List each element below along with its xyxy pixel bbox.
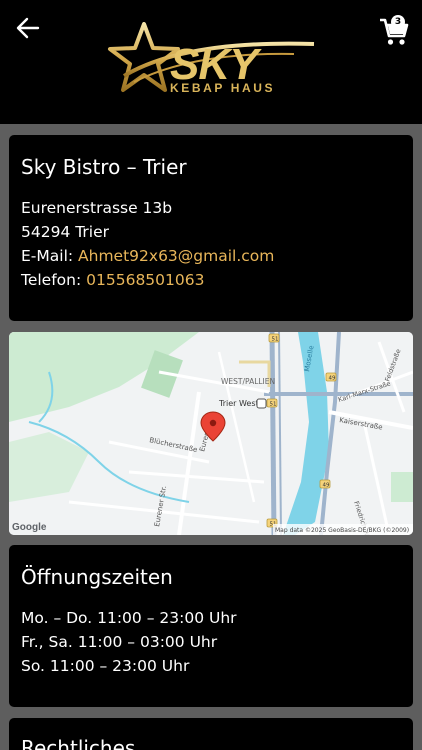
- legal-card[interactable]: Rechtliches: [9, 718, 413, 750]
- hours-line: So. 11:00 – 23:00 Uhr: [21, 657, 190, 675]
- train-station-icon: [256, 398, 267, 409]
- hours-line: Mo. – Do. 11:00 – 23:00 Uhr: [21, 609, 237, 627]
- email-label: E-Mail:: [21, 247, 79, 265]
- road-shield-51-label: 51: [272, 337, 279, 343]
- map-highway-51: [269, 332, 277, 535]
- app-header: 3 SKY KEBAP HAUS: [0, 0, 422, 124]
- road-shield-49-label: 49: [329, 376, 336, 382]
- cart-count-badge: 3: [391, 15, 405, 29]
- email-row: E-Mail: Ahmet92x63@gmail.com: [21, 247, 274, 266]
- logo-subtitle: KEBAP HAUS: [170, 81, 276, 95]
- hours-line: Fr., Sa. 11:00 – 03:00 Uhr: [21, 633, 218, 651]
- bistro-info-card: Sky Bistro – Trier Eurenerstrasse 13b 54…: [9, 135, 413, 321]
- map-label-trier-west: Trier West: [218, 399, 259, 408]
- phone-label: Telefon:: [21, 271, 87, 289]
- opening-hours-card: Öffnungszeiten Mo. – Do. 11:00 – 23:00 U…: [9, 545, 413, 707]
- address-city: 54294 Trier: [21, 223, 110, 241]
- road-shield-49-b-label: 49: [323, 483, 330, 489]
- map-attribution[interactable]: Map data ©2025 GeoBasis-DE/BKG (©2009): [275, 527, 409, 534]
- phone-row: Telefon: 015568501063: [21, 271, 204, 290]
- legal-title: Rechtliches: [21, 736, 136, 750]
- bistro-title: Sky Bistro – Trier: [21, 155, 187, 179]
- phone-link[interactable]: 015568501063: [86, 271, 204, 289]
- map-label-west-pallien: WEST/PALLIEN: [221, 377, 275, 386]
- opening-hours-title: Öffnungszeiten: [21, 565, 173, 589]
- google-logo: Google: [12, 522, 47, 533]
- map-canvas[interactable]: WEST/PALLIEN Trier West Moselle Karl-Mar…: [9, 332, 413, 535]
- email-link[interactable]: Ahmet92x63@gmail.com: [78, 247, 274, 265]
- map-green-area-3: [391, 472, 413, 502]
- road-shield-51-b-label: 51: [270, 402, 277, 408]
- arrow-left-icon[interactable]: [14, 14, 42, 42]
- address-street: Eurenerstrasse 13b: [21, 199, 173, 217]
- location-map[interactable]: WEST/PALLIEN Trier West Moselle Karl-Mar…: [9, 332, 413, 535]
